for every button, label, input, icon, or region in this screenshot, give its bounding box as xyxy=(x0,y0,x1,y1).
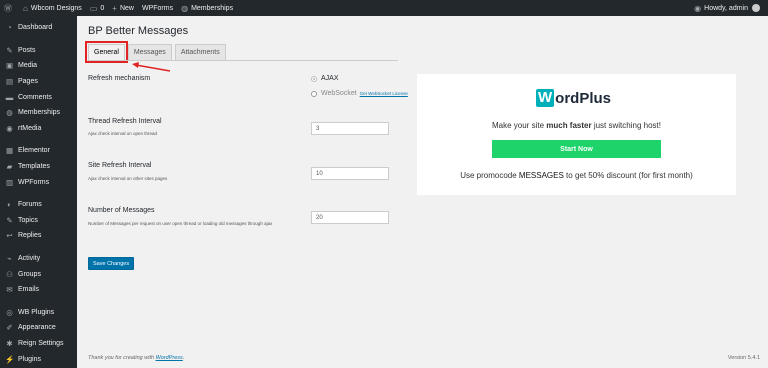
promo-tagline: Make your site much faster just switchin… xyxy=(492,121,661,130)
promo-box: WordPlus Make your site much faster just… xyxy=(417,74,736,195)
dashboard-icon: ◔ xyxy=(7,23,12,33)
plugin-icon: ◎ xyxy=(6,307,13,317)
num-messages-label: Number of Messages xyxy=(88,207,155,214)
refresh-mechanism-label: Refresh mechanism xyxy=(88,75,151,82)
sidebar-item-pages[interactable]: ▤ Pages xyxy=(0,74,77,90)
reply-icon: ↩ xyxy=(6,231,13,241)
comments-link[interactable]: ▭ 0 xyxy=(86,0,108,16)
sidebar-item-emails[interactable]: ✉ Emails xyxy=(0,282,77,298)
sidebar-item-rtmedia[interactable]: ◉ rtMedia xyxy=(0,121,77,137)
sidebar-item-plugins[interactable]: ⚡ Plugins xyxy=(0,351,77,367)
avatar xyxy=(752,4,760,12)
comment-icon: ▬ xyxy=(5,92,14,102)
tab-messages[interactable]: Messages xyxy=(127,44,172,60)
wordpress-icon: Ⓦ xyxy=(4,3,12,13)
num-messages-input[interactable]: 20 xyxy=(311,211,389,224)
forum-icon: ◐ xyxy=(7,200,12,210)
sidebar-item-topics[interactable]: ✎ Topics xyxy=(0,213,77,229)
wordpress-logo-button[interactable]: Ⓦ xyxy=(0,0,19,16)
site-refresh-label: Site Refresh Interval xyxy=(88,162,152,169)
sidebar-item-comments[interactable]: ▬ Comments xyxy=(0,89,77,105)
settings-tabs: General Messages Attachments xyxy=(85,41,229,63)
rtmedia-icon: ◉ xyxy=(6,123,13,133)
media-icon: ▣ xyxy=(5,61,14,71)
thread-refresh-desc: Ajax check interval on open thread xyxy=(88,131,158,136)
site-refresh-input[interactable]: 10 xyxy=(311,167,389,180)
membership-icon: ◍ xyxy=(181,3,189,13)
user-account-link[interactable]: ◉ Howdy, admin xyxy=(690,0,768,16)
sidebar-item-posts[interactable]: ✎ Posts xyxy=(0,43,77,59)
topic-icon: ✎ xyxy=(6,215,13,225)
sidebar-item-reign-settings[interactable]: ✱ Reign Settings xyxy=(0,336,77,352)
comment-icon: ▭ xyxy=(89,3,98,13)
sidebar-item-memberships[interactable]: ◍ Memberships xyxy=(0,105,77,121)
admin-bar: Ⓦ ⌂ Wbcom Designs ▭ 0 + New WPForms ◍ Member… xyxy=(0,0,768,16)
groups-icon: ⚇ xyxy=(6,269,13,279)
ajax-radio-option[interactable]: AJAX xyxy=(311,75,339,82)
sidebar-item-wb-plugins[interactable]: ◎ WB Plugins xyxy=(0,305,77,321)
elementor-icon: ▦ xyxy=(5,146,14,156)
plug-icon: ⚡ xyxy=(5,354,15,364)
wpforms-link[interactable]: WPForms xyxy=(138,0,177,16)
new-content-link[interactable]: + New xyxy=(108,0,138,16)
sidebar-item-activity[interactable]: ⌁ Activity xyxy=(0,251,77,267)
site-refresh-desc: Ajax check interval on other sites pages xyxy=(88,176,168,181)
footer-version: Version 5.4.1 xyxy=(727,355,760,361)
sidebar-item-dashboard[interactable]: ◔ Dashboard xyxy=(0,20,77,36)
user-icon: ◉ xyxy=(694,3,702,13)
brush-icon: ✐ xyxy=(6,323,13,333)
tab-general[interactable]: General xyxy=(85,41,128,63)
sidebar-item-appearance[interactable]: ✐ Appearance xyxy=(0,320,77,336)
save-changes-button[interactable]: Save Changes xyxy=(88,257,135,270)
sidebar-item-wpforms[interactable]: ▥ WPForms xyxy=(0,174,77,190)
sidebar-item-replies[interactable]: ↩ Replies xyxy=(0,228,77,244)
thread-refresh-input[interactable]: 3 xyxy=(311,122,389,135)
page-title: BP Better Messages xyxy=(88,25,189,37)
num-messages-desc: Number of Messages per request on user o… xyxy=(88,221,273,226)
membership-icon: ◍ xyxy=(6,108,13,118)
tab-attachments[interactable]: Attachments xyxy=(174,44,226,60)
start-now-button[interactable]: Start Now xyxy=(492,140,661,158)
websocket-radio[interactable] xyxy=(311,90,317,97)
websocket-radio-option[interactable]: WebSocket Get WebSocket License xyxy=(311,90,408,97)
admin-sidebar: ◔ Dashboard ✎ Posts ▣ Media ▤ Pages ▬ Comment… xyxy=(0,16,77,368)
home-icon: ⌂ xyxy=(23,3,28,13)
sidebar-item-media[interactable]: ▣ Media xyxy=(0,58,77,74)
footer-thanks: Thank you for creating with WordPress. xyxy=(88,355,185,361)
page-icon: ▤ xyxy=(5,77,14,87)
email-icon: ✉ xyxy=(6,285,13,295)
wordpress-link[interactable]: WordPress xyxy=(156,355,183,361)
form-icon: ▥ xyxy=(5,177,14,187)
sidebar-item-groups[interactable]: ⚇ Groups xyxy=(0,266,77,282)
wordplus-logo: WordPlus xyxy=(536,89,612,107)
site-name-link[interactable]: ⌂ Wbcom Designs xyxy=(19,0,86,16)
folder-icon: ▰ xyxy=(6,162,13,172)
promo-code-text: Use promocode MESSAGES to get 50% discou… xyxy=(460,171,693,180)
pin-icon: ✎ xyxy=(6,45,13,55)
thread-refresh-label: Thread Refresh Interval xyxy=(88,118,162,125)
activity-icon: ⌁ xyxy=(7,254,12,264)
gear-icon: ✱ xyxy=(6,338,13,348)
sidebar-item-forums[interactable]: ◐ Forums xyxy=(0,197,77,213)
sidebar-item-elementor[interactable]: ▦ Elementor xyxy=(0,143,77,159)
plus-icon: + xyxy=(112,3,117,13)
sidebar-item-templates[interactable]: ▰ Templates xyxy=(0,159,77,175)
memberships-link[interactable]: ◍ Memberships xyxy=(177,0,237,16)
ajax-radio[interactable] xyxy=(311,75,317,82)
websocket-license-link[interactable]: Get WebSocket License xyxy=(360,91,408,96)
